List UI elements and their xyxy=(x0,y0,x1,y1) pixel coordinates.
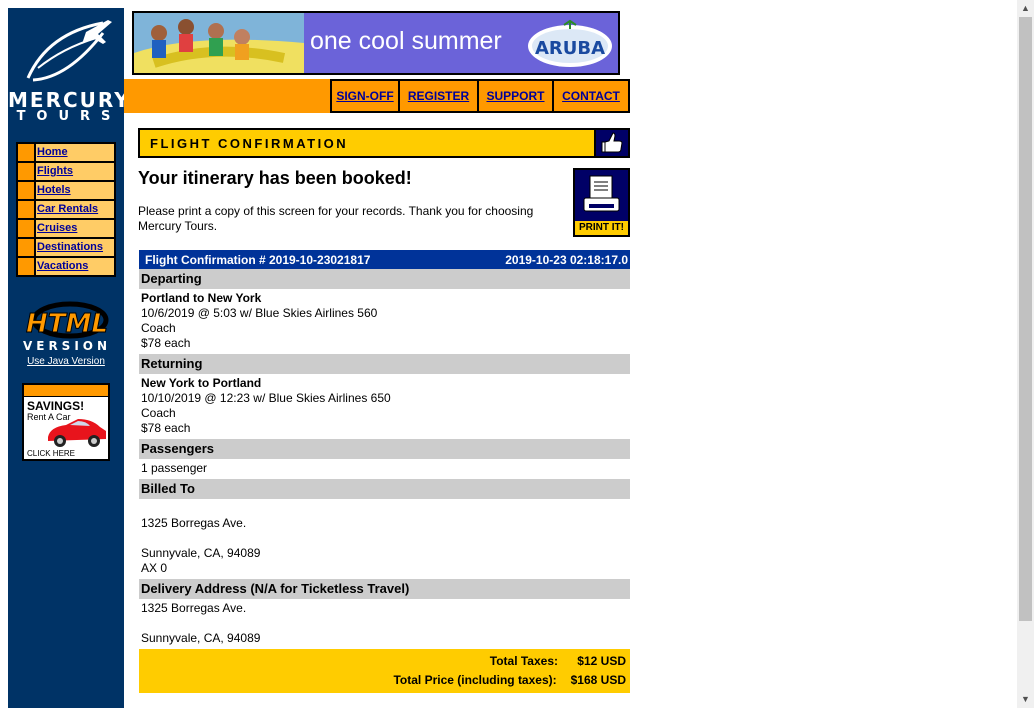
departing-route: Portland to New York xyxy=(141,291,262,305)
html-version-badge: HTML VERSION xyxy=(23,301,111,352)
sidebar-item-flights[interactable]: Flights xyxy=(18,163,114,180)
version-label: VERSION xyxy=(23,339,111,352)
total-price-label: Total Price (including taxes): xyxy=(393,673,557,687)
register-link[interactable]: REGISTER xyxy=(400,79,479,113)
left-sidebar: MERCURY TOURS Home Flights Hotels Car Re… xyxy=(8,8,129,708)
print-button[interactable]: PRINT IT! xyxy=(573,168,630,237)
departing-price: $78 each xyxy=(141,336,191,350)
billing-blank-line xyxy=(139,531,630,546)
ad-savings-text: SAVINGS! xyxy=(27,399,85,413)
nav-bullet xyxy=(18,163,34,180)
sidebar-item-label[interactable]: Home xyxy=(36,144,114,161)
billing-name-blank xyxy=(139,501,630,516)
total-taxes-label: Total Taxes: xyxy=(489,654,558,668)
java-version-link[interactable]: Use Java Version xyxy=(8,356,124,367)
billing-details: 1325 Borregas Ave. Sunnyvale, CA, 94089 … xyxy=(139,499,630,579)
sidebar-item-cruises[interactable]: Cruises xyxy=(18,220,114,237)
sidebar-item-label[interactable]: Flights xyxy=(36,163,114,180)
returning-route: New York to Portland xyxy=(141,376,262,390)
delivery-address-line1: 1325 Borregas Ave. xyxy=(141,601,247,615)
returning-price: $78 each xyxy=(141,421,191,435)
returning-heading: Returning xyxy=(139,354,630,374)
aruba-logo: ARUBA xyxy=(528,19,612,67)
departing-flight: 10/6/2019 @ 5:03 w/ Blue Skies Airlines … xyxy=(141,306,378,320)
support-link[interactable]: SUPPORT xyxy=(479,79,554,113)
top-nav-bar: SIGN-OFF REGISTER SUPPORT CONTACT xyxy=(124,79,630,113)
vertical-scrollbar[interactable]: ▲ ▼ xyxy=(1017,0,1034,708)
sign-off-link[interactable]: SIGN-OFF xyxy=(332,79,400,113)
delivery-heading: Delivery Address (N/A for Ticketless Tra… xyxy=(139,579,630,599)
sidebar-item-hotels[interactable]: Hotels xyxy=(18,182,114,199)
sidebar-item-vacations[interactable]: Vacations xyxy=(18,258,114,275)
thumbs-up-box xyxy=(594,130,628,156)
billing-address-line2: Sunnyvale, CA, 94089 xyxy=(141,546,261,560)
banner-slogan: one cool summer xyxy=(310,27,502,55)
sidebar-item-car-rentals[interactable]: Car Rentals xyxy=(18,201,114,218)
confirmation-number-row: Flight Confirmation # 2019-10-23021817 2… xyxy=(139,250,630,269)
logo-text-tours: TOURS xyxy=(16,109,122,124)
delivery-details: 1325 Borregas Ave. Sunnyvale, CA, 94089 xyxy=(139,599,630,649)
total-price-row: Total Price (including taxes): $168 USD xyxy=(139,671,626,690)
sidebar-item-label[interactable]: Destinations xyxy=(36,239,114,256)
rent-a-car-ad[interactable]: SAVINGS! Rent A Car CLICK HERE xyxy=(22,383,110,461)
returning-details: New York to Portland 10/10/2019 @ 12:23 … xyxy=(139,374,630,439)
total-price-value: $168 USD xyxy=(570,673,626,687)
passengers-heading: Passengers xyxy=(139,439,630,459)
billing-address-line1: 1325 Borregas Ave. xyxy=(141,516,247,530)
html-version-label: HTML xyxy=(26,309,108,339)
sidebar-item-destinations[interactable]: Destinations xyxy=(18,239,114,256)
ad-header-bar xyxy=(24,385,108,397)
sidebar-item-label[interactable]: Cruises xyxy=(36,220,114,237)
contact-link[interactable]: CONTACT xyxy=(554,79,630,113)
confirmation-number: Flight Confirmation # 2019-10-23021817 xyxy=(145,252,371,267)
ad-click-here: CLICK HERE xyxy=(27,449,76,458)
promo-banner[interactable]: one cool summer ARUBA xyxy=(132,11,620,75)
nav-bullet xyxy=(18,220,34,237)
section-title: FLIGHT CONFIRMATION xyxy=(150,136,349,151)
total-taxes-row: Total Taxes: $12 USD xyxy=(139,652,626,671)
sidebar-item-label[interactable]: Hotels xyxy=(36,182,114,199)
red-car-icon xyxy=(48,419,106,447)
scrollbar-thumb[interactable] xyxy=(1019,17,1032,621)
sidebar-nav: Home Flights Hotels Car Rentals Cruises … xyxy=(16,142,116,277)
billing-card: AX 0 xyxy=(141,561,168,575)
totals-box: Total Taxes: $12 USD Total Price (includ… xyxy=(139,649,630,693)
page-title: Your itinerary has been booked! xyxy=(138,168,412,188)
departing-heading: Departing xyxy=(139,269,630,289)
sidebar-item-label[interactable]: Vacations xyxy=(36,258,114,275)
plane-logo-icon xyxy=(26,20,112,82)
billed-to-heading: Billed To xyxy=(139,479,630,499)
total-taxes-value: $12 USD xyxy=(577,654,626,668)
print-label: PRINT IT! xyxy=(575,221,628,235)
returning-flight: 10/10/2019 @ 12:23 w/ Blue Skies Airline… xyxy=(141,391,391,405)
top-nav-links: SIGN-OFF REGISTER SUPPORT CONTACT xyxy=(330,79,630,113)
svg-text:ARUBA: ARUBA xyxy=(535,38,605,59)
nav-bullet xyxy=(18,182,34,199)
confirmation-timestamp: 2019-10-23 02:18:17.0 xyxy=(505,252,628,267)
nav-bullet xyxy=(18,258,34,275)
sidebar-item-home[interactable]: Home xyxy=(18,144,114,161)
confirmation-message: Please print a copy of this screen for y… xyxy=(138,204,534,233)
departing-class: Coach xyxy=(141,321,176,335)
printer-icon xyxy=(583,175,620,212)
thumbs-up-icon xyxy=(601,132,623,153)
mercury-tours-logo[interactable]: MERCURY TOURS xyxy=(8,8,129,138)
passengers-details: 1 passenger xyxy=(139,459,630,479)
nav-bullet xyxy=(18,144,34,161)
banner-photo xyxy=(134,13,304,73)
itinerary-table: Flight Confirmation # 2019-10-23021817 2… xyxy=(139,250,630,693)
nav-bullet xyxy=(18,201,34,218)
scroll-down-arrow-icon[interactable]: ▼ xyxy=(1017,691,1034,708)
delivery-address-line2: Sunnyvale, CA, 94089 xyxy=(141,631,261,645)
delivery-blank-line xyxy=(139,616,630,631)
departing-details: Portland to New York 10/6/2019 @ 5:03 w/… xyxy=(139,289,630,354)
returning-class: Coach xyxy=(141,406,176,420)
sidebar-item-label[interactable]: Car Rentals xyxy=(36,201,114,218)
flight-confirmation-header: FLIGHT CONFIRMATION xyxy=(138,128,630,158)
scroll-up-arrow-icon[interactable]: ▲ xyxy=(1017,0,1034,17)
nav-bullet xyxy=(18,239,34,256)
passenger-count: 1 passenger xyxy=(141,461,208,475)
